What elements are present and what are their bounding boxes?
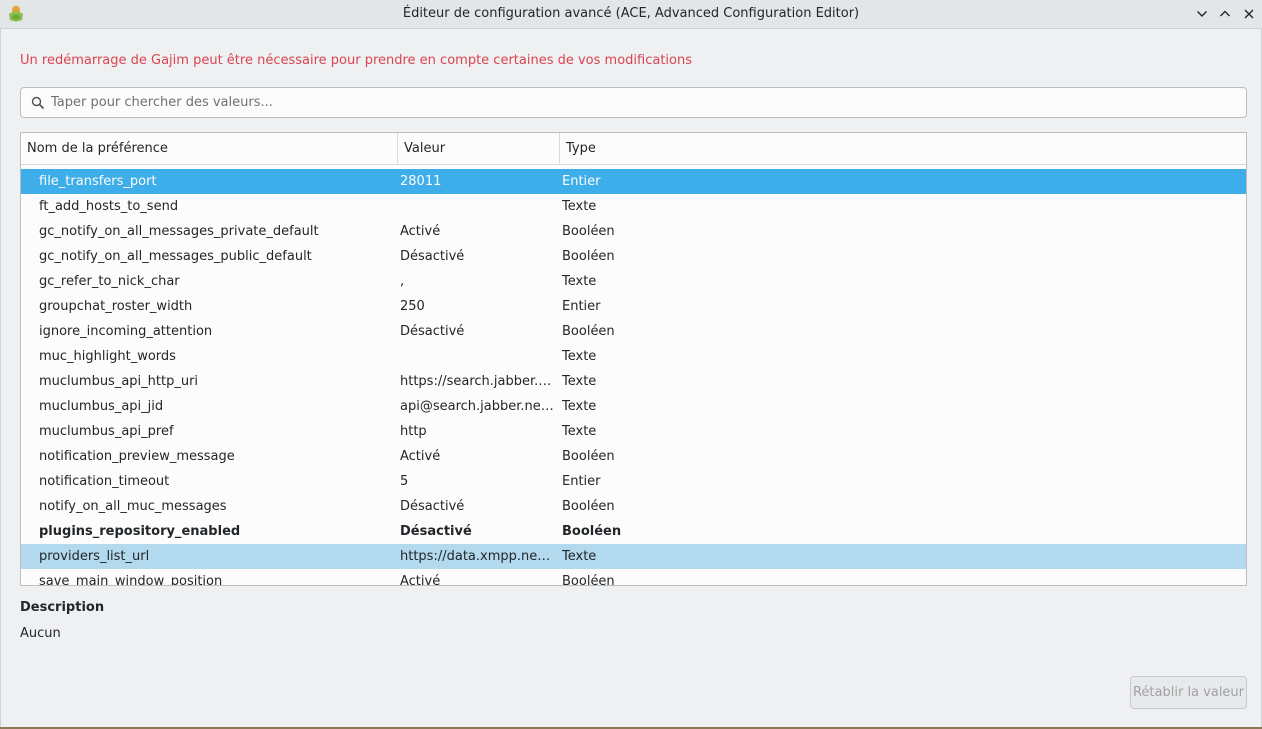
table-row[interactable]: ignore_incoming_attention Désactivé Boolée… xyxy=(21,319,1246,344)
cell-name: muclumbus_api_pref xyxy=(39,424,174,439)
cell-type: Booléen xyxy=(562,324,615,339)
cell-type: Entier xyxy=(562,174,601,189)
search-box[interactable] xyxy=(20,87,1247,118)
cell-value: Désactivé xyxy=(400,249,465,264)
cell-type: Texte xyxy=(562,549,597,564)
window-title: Éditeur de configuration avancé (ACE, Ad… xyxy=(402,6,860,21)
chevron-down-icon xyxy=(1197,11,1207,17)
cell-value: Activé xyxy=(400,224,441,239)
table-row[interactable]: ft_add_hosts_to_send Texte xyxy=(21,194,1246,219)
cell-type: Booléen xyxy=(562,449,615,464)
table-row[interactable]: gc_notify_on_all_messages_private_defaul… xyxy=(21,219,1246,244)
cell-value: Désactivé xyxy=(400,499,465,514)
cell-value: Activé xyxy=(400,449,441,464)
column-header-value[interactable]: Valeur xyxy=(397,133,559,165)
cell-value: 250 xyxy=(400,299,425,314)
cell-value: http xyxy=(400,424,427,439)
cell-name: ft_add_hosts_to_send xyxy=(39,199,179,214)
dialog-content: Un redémarrage de Gajim peut être nécess… xyxy=(0,29,1262,729)
cell-name: notification_preview_message xyxy=(39,449,235,464)
table-row[interactable]: providers_list_url https://data.xmpp.net/… xyxy=(21,544,1246,569)
cell-name: save_main_window_position xyxy=(39,574,223,586)
table-row[interactable]: save_main_window_position Activé Booléen xyxy=(21,569,1246,586)
cell-name: providers_list_url xyxy=(39,549,150,564)
cell-type: Entier xyxy=(562,299,601,314)
table-row[interactable]: gc_notify_on_all_messages_public_default… xyxy=(21,244,1246,269)
search-input[interactable] xyxy=(51,88,1240,117)
cell-value: Désactivé xyxy=(400,524,472,539)
description-heading: Description xyxy=(20,600,105,615)
table-row[interactable]: notification_preview_message Activé Boolée… xyxy=(21,444,1246,469)
cell-value: api@search.jabber.net... xyxy=(400,399,555,414)
close-button[interactable] xyxy=(1239,4,1259,24)
table-row[interactable]: plugins_repository_enabled Désactivé Boolé… xyxy=(21,519,1246,544)
cell-name: notify_on_all_muc_messages xyxy=(39,499,227,514)
cell-type: Texte xyxy=(562,399,597,414)
cell-type: Texte xyxy=(562,424,597,439)
cell-name: muclumbus_api_jid xyxy=(39,399,164,414)
table-body: file_transfers_port 28011 Entier ft_add_hos… xyxy=(21,169,1246,586)
cell-type: Booléen xyxy=(562,574,615,586)
cell-value: Désactivé xyxy=(400,324,465,339)
cell-name: plugins_repository_enabled xyxy=(39,524,241,539)
cell-name: file_transfers_port xyxy=(39,174,157,189)
title-bar: Éditeur de configuration avancé (ACE, Ad… xyxy=(0,0,1262,29)
cell-value: 28011 xyxy=(400,174,442,189)
table-row[interactable]: notify_on_all_muc_messages Désactivé Boolé… xyxy=(21,494,1246,519)
cell-name: gc_refer_to_nick_char xyxy=(39,274,180,289)
cell-name: muc_highlight_words xyxy=(39,349,176,364)
search-icon xyxy=(31,96,45,110)
cell-name: gc_notify_on_all_messages_public_default xyxy=(39,249,312,264)
preferences-table: Nom de la préférence Valeur Type file_tr… xyxy=(20,132,1247,586)
maximize-button[interactable] xyxy=(1215,4,1235,24)
reset-value-button[interactable]: Rétablir la valeur xyxy=(1130,676,1247,709)
cell-type: Texte xyxy=(562,274,597,289)
cell-type: Booléen xyxy=(562,499,615,514)
cell-value: 5 xyxy=(400,474,409,489)
column-header-name[interactable]: Nom de la préférence xyxy=(21,133,397,165)
cell-type: Booléen xyxy=(562,224,615,239)
cell-name: notification_timeout xyxy=(39,474,170,489)
cell-name: groupchat_roster_width xyxy=(39,299,193,314)
cell-type: Entier xyxy=(562,474,601,489)
minimize-button[interactable] xyxy=(1192,4,1212,24)
close-icon xyxy=(1244,9,1254,19)
table-row[interactable]: muc_highlight_words Texte xyxy=(21,344,1246,369)
table-row[interactable]: muclumbus_api_jid api@search.jabber.net..… xyxy=(21,394,1246,419)
cell-type: Booléen xyxy=(562,524,622,539)
restart-warning: Un redémarrage de Gajim peut être nécess… xyxy=(20,53,693,68)
table-row[interactable]: file_transfers_port 28011 Entier xyxy=(21,169,1246,194)
cell-name: muclumbus_api_http_uri xyxy=(39,374,199,389)
table-row[interactable]: groupchat_roster_width 250 Entier xyxy=(21,294,1246,319)
table-row[interactable]: gc_refer_to_nick_char, Texte xyxy=(21,269,1246,294)
cell-value: , xyxy=(400,274,405,289)
table-row[interactable]: notification_timeout 5 Entier xyxy=(21,469,1246,494)
description-text: Aucun xyxy=(20,626,61,641)
cell-name: ignore_incoming_attention xyxy=(39,324,213,339)
cell-value: https://data.xmpp.net/... xyxy=(400,549,555,564)
cell-value: Activé xyxy=(400,574,441,586)
cell-type: Texte xyxy=(562,374,597,389)
column-header-type[interactable]: Type xyxy=(559,133,1246,165)
cell-name: gc_notify_on_all_messages_private_defaul… xyxy=(39,224,319,239)
table-row[interactable]: muclumbus_api_pref http Texte xyxy=(21,419,1246,444)
table-header: Nom de la préférence Valeur Type xyxy=(21,133,1246,165)
cell-type: Texte xyxy=(562,349,597,364)
cell-value: https://search.jabber.n... xyxy=(400,374,555,389)
cell-type: Booléen xyxy=(562,249,615,264)
table-row[interactable]: muclumbus_api_http_uri https://search.jab… xyxy=(21,369,1246,394)
chevron-up-icon xyxy=(1220,10,1230,17)
cell-type: Texte xyxy=(562,199,597,214)
